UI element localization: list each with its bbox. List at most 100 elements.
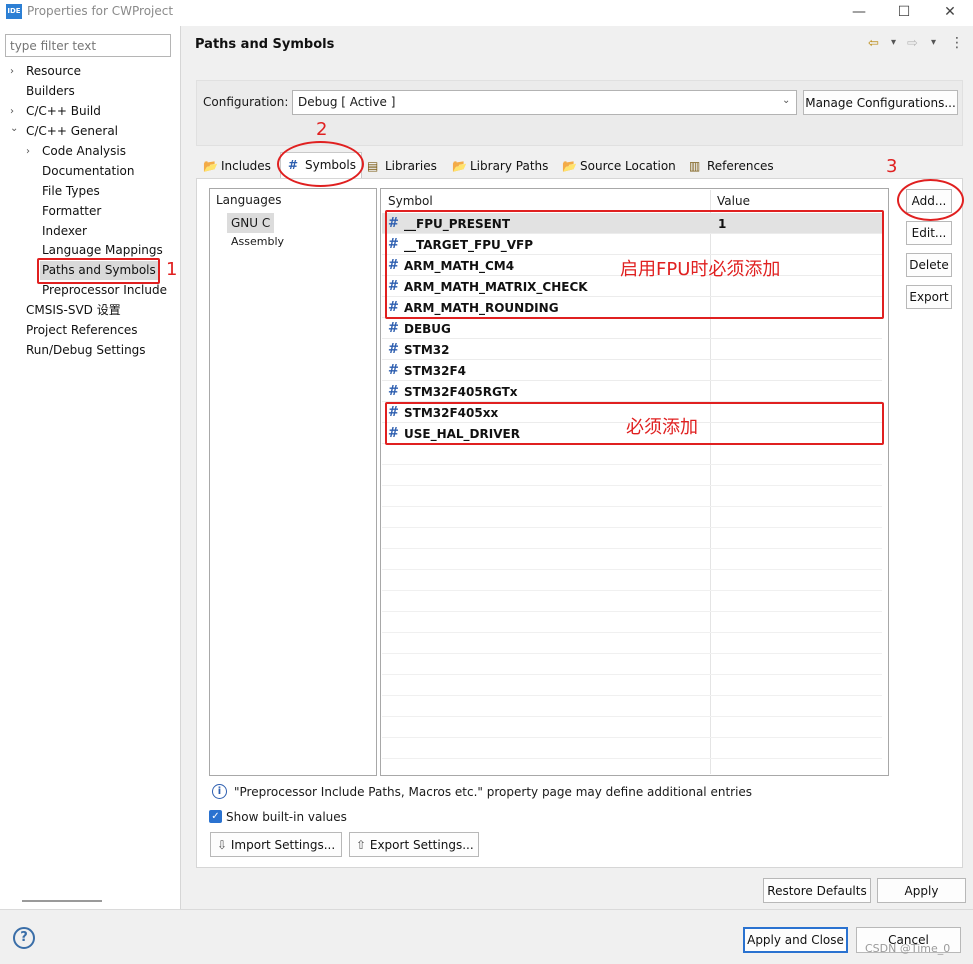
column-header-value[interactable]: Value <box>717 194 750 208</box>
help-icon[interactable]: ? <box>13 927 35 949</box>
empty-table-row <box>382 738 882 759</box>
edit-button[interactable]: Edit... <box>906 221 952 245</box>
nav-item-label: C/C++ General <box>26 124 119 138</box>
empty-table-row <box>382 465 882 486</box>
button-label: Import Settings... <box>230 837 336 852</box>
empty-table-row <box>382 507 882 528</box>
empty-table-row <box>382 549 882 570</box>
column-header-symbol[interactable]: Symbol <box>388 194 433 208</box>
table-row[interactable]: # STM32F405RGTx <box>382 381 882 402</box>
nav-item-documentation[interactable]: Documentation <box>42 162 135 181</box>
hash-icon: # <box>388 384 399 399</box>
annotation-oval-symbols-tab <box>277 141 364 187</box>
watermark: CSDN @Time_0 <box>865 942 951 955</box>
chevron-down-icon[interactable]: ⌄ <box>782 95 790 106</box>
nav-item-formatter[interactable]: Formatter <box>42 202 101 221</box>
nav-item-project-references[interactable]: Project References <box>26 321 138 340</box>
import-icon: ⇩ <box>217 837 231 852</box>
button-label: Export Settings... <box>369 837 474 852</box>
window-title: Properties for CWProject <box>27 4 174 18</box>
folder-icon: 📂 <box>452 159 467 173</box>
tab-label: Source Location <box>580 159 676 173</box>
nav-item-label: Code Analysis <box>42 144 126 158</box>
table-row[interactable]: # STM32F4 <box>382 360 882 381</box>
nav-item-label: Builders <box>26 84 75 98</box>
chevron-down-icon[interactable]: ⌄ <box>10 119 20 138</box>
table-row[interactable]: # DEBUG <box>382 318 882 339</box>
languages-header: Languages <box>216 193 282 207</box>
tab-label: Library Paths <box>470 159 549 173</box>
page-title: Paths and Symbols <box>195 37 335 52</box>
tab-libraries[interactable]: ▤ Libraries <box>362 154 437 178</box>
language-item-assembly[interactable]: Assembly <box>231 235 284 248</box>
nav-item-label: C/C++ Build <box>26 104 101 118</box>
empty-table-row <box>382 486 882 507</box>
annotation-box-nav <box>37 258 160 284</box>
forward-dropdown-icon[interactable]: ▾ <box>931 37 936 48</box>
info-message: "Preprocessor Include Paths, Macros etc.… <box>234 785 753 799</box>
nav-horizontal-scrollbar[interactable] <box>22 900 102 902</box>
nav-item-cmsis-svd[interactable]: CMSIS-SVD 设置 <box>26 301 121 320</box>
annotation-step-1: 1 <box>166 259 178 280</box>
close-window-button[interactable]: ✕ <box>940 2 960 22</box>
annotation-note-fpu: 启用FPU时必须添加 <box>620 259 781 280</box>
empty-table-row <box>382 633 882 654</box>
hash-icon: # <box>388 363 399 378</box>
folder-icon: 📂 <box>562 159 577 173</box>
show-builtin-label[interactable]: Show built-in values <box>226 810 347 824</box>
back-dropdown-icon[interactable]: ▾ <box>891 37 896 48</box>
nav-item-run-debug-settings[interactable]: Run/Debug Settings <box>26 341 146 360</box>
restore-defaults-button[interactable]: Restore Defaults <box>763 878 871 903</box>
table-row[interactable]: # STM32 <box>382 339 882 360</box>
delete-button[interactable]: Delete <box>906 253 952 277</box>
chevron-right-icon[interactable]: › <box>10 62 20 81</box>
filter-input[interactable] <box>5 34 171 57</box>
hash-icon: # <box>388 321 399 336</box>
empty-table-row <box>382 612 882 633</box>
empty-table-row <box>382 591 882 612</box>
tab-label: References <box>707 159 774 173</box>
annotation-note-required: 必须添加 <box>626 417 698 438</box>
view-menu-icon[interactable]: ⋮ <box>950 35 964 51</box>
nav-item-file-types[interactable]: File Types <box>42 182 100 201</box>
minimize-button[interactable]: — <box>849 2 869 22</box>
tab-label: Includes <box>221 159 271 173</box>
annotation-step-2: 2 <box>316 119 328 140</box>
show-builtin-checkbox[interactable]: ✓ <box>209 810 222 823</box>
configuration-label: Configuration: <box>203 95 289 109</box>
tab-includes[interactable]: 📂 Includes <box>198 154 271 178</box>
back-arrow-icon[interactable]: ⇦ <box>868 36 879 51</box>
tab-source-location[interactable]: 📂 Source Location <box>557 154 676 178</box>
import-settings-button[interactable]: ⇩ Import Settings... <box>210 832 342 857</box>
manage-configurations-button[interactable]: Manage Configurations... <box>803 90 958 115</box>
ide-app-icon: IDE <box>6 4 22 19</box>
empty-table-row <box>382 696 882 717</box>
empty-table-row <box>382 654 882 675</box>
nav-item-label: Resource <box>26 64 82 78</box>
empty-table-row <box>382 717 882 738</box>
forward-arrow-icon[interactable]: ⇨ <box>907 36 918 51</box>
tab-library-paths[interactable]: 📂 Library Paths <box>447 154 548 178</box>
annotation-oval-add-button <box>897 179 964 221</box>
folder-icon: 📂 <box>203 159 218 173</box>
tab-label: Libraries <box>385 159 437 173</box>
info-icon: i <box>212 784 227 799</box>
document-icon: ▥ <box>689 159 701 173</box>
empty-table-row <box>382 570 882 591</box>
export-icon: ⇧ <box>356 837 370 852</box>
chevron-right-icon[interactable]: › <box>26 142 36 161</box>
tab-references[interactable]: ▥ References <box>684 154 774 178</box>
empty-table-row <box>382 675 882 696</box>
export-settings-button[interactable]: ⇧ Export Settings... <box>349 832 479 857</box>
language-item-gnu-c[interactable]: GNU C <box>227 213 274 233</box>
export-button[interactable]: Export <box>906 285 952 309</box>
library-icon: ▤ <box>367 159 379 173</box>
symbol-name: STM32F405RGTx <box>404 385 518 399</box>
nav-item-indexer[interactable]: Indexer <box>42 222 87 241</box>
apply-and-close-button[interactable]: Apply and Close <box>743 927 848 953</box>
symbol-name: DEBUG <box>404 322 451 336</box>
maximize-button[interactable]: ☐ <box>894 2 914 22</box>
apply-button[interactable]: Apply <box>877 878 966 903</box>
configuration-select[interactable]: Debug [ Active ] <box>292 90 797 115</box>
hash-icon: # <box>388 342 399 357</box>
